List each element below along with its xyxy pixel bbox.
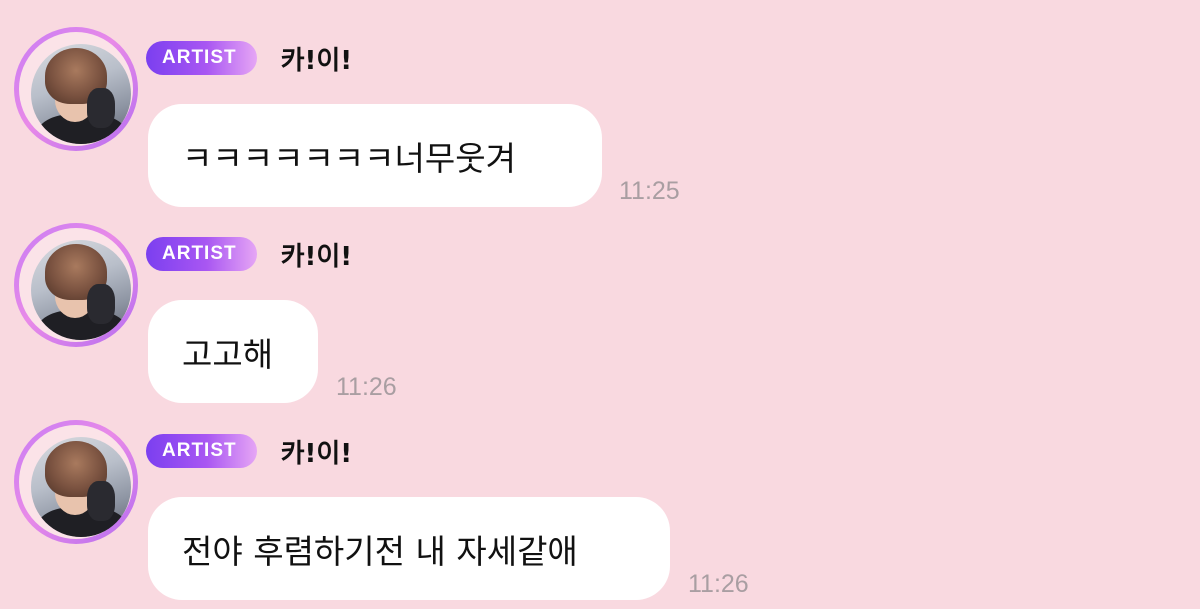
message-header: ARTIST 카!이! (146, 433, 353, 470)
profile-photo (31, 44, 131, 144)
artist-badge: ARTIST (146, 41, 257, 75)
message-header: ARTIST 카!이! (146, 236, 353, 273)
message-time: 11:25 (619, 177, 680, 205)
sender-name[interactable]: 카!이! (281, 40, 353, 77)
chat-message: ARTIST 카!이! ㅋㅋㅋㅋㅋㅋㅋ너무웃겨 11:25 (0, 27, 1200, 207)
message-bubble[interactable]: 고고해 (148, 300, 318, 403)
message-text: 전야 후렴하기전 내 자세같애 (182, 531, 578, 571)
sender-name[interactable]: 카!이! (281, 236, 353, 273)
chat-message: ARTIST 카!이! 전야 후렴하기전 내 자세같애 11:26 (0, 420, 1200, 600)
message-text: 고고해 (182, 334, 274, 374)
chat-log: ARTIST 카!이! ㅋㅋㅋㅋㅋㅋㅋ너무웃겨 11:25 ARTIST 카!이… (0, 0, 1200, 609)
message-header: ARTIST 카!이! (146, 40, 353, 77)
chat-message: ARTIST 카!이! 고고해 11:26 (0, 223, 1200, 403)
profile-photo (31, 437, 131, 537)
message-time: 11:26 (688, 570, 749, 598)
profile-photo (31, 240, 131, 340)
message-text: ㅋㅋㅋㅋㅋㅋㅋ너무웃겨 (182, 138, 516, 178)
sender-name[interactable]: 카!이! (281, 433, 353, 470)
message-time: 11:26 (336, 373, 397, 401)
artist-badge: ARTIST (146, 434, 257, 468)
message-bubble[interactable]: 전야 후렴하기전 내 자세같애 (148, 497, 670, 600)
message-bubble[interactable]: ㅋㅋㅋㅋㅋㅋㅋ너무웃겨 (148, 104, 602, 207)
avatar[interactable] (14, 420, 138, 544)
artist-badge: ARTIST (146, 237, 257, 271)
avatar[interactable] (14, 223, 138, 347)
avatar[interactable] (14, 27, 138, 151)
